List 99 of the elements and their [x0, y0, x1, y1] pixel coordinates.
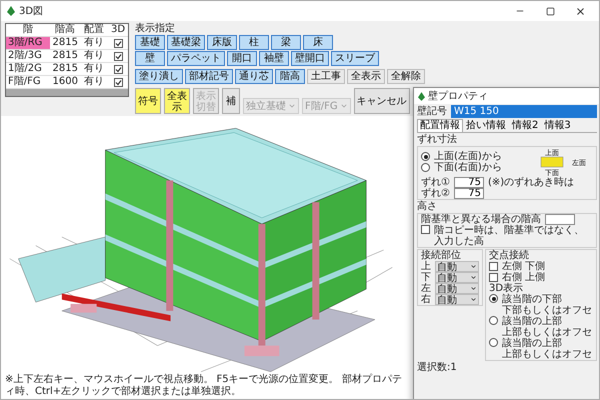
- field-label: 壁記号: [417, 106, 447, 117]
- height-input[interactable]: [545, 214, 575, 225]
- note-text: (※)のずれあき時は: [488, 177, 574, 188]
- toggle-button[interactable]: パラペット: [167, 51, 225, 66]
- action-button[interactable]: キャンセル: [354, 88, 410, 114]
- action-button[interactable]: 補: [222, 88, 240, 114]
- table-cell[interactable]: 1階/2G: [6, 63, 50, 75]
- radio-label: 該当階の上部: [502, 338, 563, 349]
- selection-count: 選択数:1: [417, 362, 458, 373]
- toggle-button[interactable]: 通り芯: [235, 69, 273, 84]
- toggle-button[interactable]: 基礎: [135, 35, 165, 50]
- radio-button[interactable]: [421, 163, 430, 172]
- group-title: 高さ: [417, 201, 438, 212]
- toggle-button[interactable]: 階高: [275, 69, 305, 84]
- status-text: ※上下左右キー、マウスホイールで視点移動。 F5キーで光源の位置変更。 部材プロパティ時、Ctrl+左クリックで部材選択または単独選択。: [5, 374, 403, 398]
- app-icon: [7, 6, 15, 16]
- window-title: 3D図: [19, 5, 44, 18]
- radio-detail: 上部もしくはオフセ: [502, 327, 592, 338]
- toggle-button[interactable]: 全解除: [387, 69, 425, 84]
- tab[interactable]: 情報2: [509, 119, 542, 132]
- field-label: 階基準と異なる場合の階高: [421, 214, 541, 225]
- radio-detail: 下部もしくはオフセ: [502, 305, 592, 316]
- toggle-button[interactable]: 開口: [227, 51, 257, 66]
- checkbox[interactable]: [114, 78, 122, 86]
- checkbox[interactable]: [114, 52, 122, 60]
- column-header: 3D: [110, 24, 126, 36]
- radio-label: 上面(左面)から: [434, 151, 502, 162]
- table-cell-text: 有り: [83, 76, 105, 88]
- checkbox-label: 左側 下側: [502, 261, 546, 272]
- toggle-button[interactable]: 壁開口: [291, 51, 329, 66]
- checkbox-label: 右側 上側: [502, 272, 546, 283]
- table-cell-text: 2815: [52, 50, 79, 62]
- radio-button[interactable]: [489, 338, 498, 347]
- group-title: 接続部位: [421, 250, 462, 261]
- toggle-button[interactable]: 床: [303, 35, 333, 50]
- table-cell-text: 有り: [83, 50, 105, 62]
- column-header: 階: [22, 24, 34, 36]
- toggle-button[interactable]: 壁: [135, 51, 165, 66]
- table-cell-text: 2815: [52, 37, 79, 49]
- dropdown[interactable]: 自動: [435, 272, 479, 283]
- radio-label: 該当階の下部: [502, 294, 563, 305]
- field-label: 左: [421, 283, 431, 294]
- toggle-button[interactable]: 塗り潰し: [135, 69, 183, 84]
- group-title: 表示指定: [135, 23, 176, 34]
- column-header: 階高: [54, 24, 76, 36]
- radio-button[interactable]: [489, 294, 498, 303]
- group-title: 交点接続: [489, 250, 530, 261]
- toggle-button[interactable]: 全表示: [347, 69, 385, 84]
- dropdown[interactable]: 自動: [435, 283, 479, 294]
- field-label: 右: [421, 294, 431, 305]
- symbol-field[interactable]: W15 150: [451, 105, 597, 118]
- radio-button[interactable]: [489, 316, 498, 325]
- field-label: ずれ①: [421, 177, 450, 188]
- group-title: ずれ寸法: [417, 134, 458, 145]
- toggle-button[interactable]: 基礎梁: [167, 35, 205, 50]
- table-cell[interactable]: 3階/RG: [6, 37, 50, 49]
- table-cell[interactable]: 2階/3G: [6, 50, 50, 62]
- field-label: 上: [421, 261, 431, 272]
- chevron-down-icon: [288, 102, 296, 110]
- checkbox-label: 階コピー時は、階基準ではなく、入力した高: [434, 225, 585, 247]
- table-cell-text: 有り: [83, 63, 105, 75]
- offset-input[interactable]: 75: [454, 188, 484, 199]
- toggle-button[interactable]: スリーブ: [331, 51, 379, 66]
- field-label: 下: [421, 272, 431, 283]
- toggle-button[interactable]: 全表示: [164, 88, 190, 114]
- table-cell-text: 2815: [52, 63, 79, 75]
- app-icon: [418, 92, 425, 100]
- checkbox[interactable]: [489, 273, 498, 282]
- dialog-title: 壁プロパティ: [428, 90, 488, 102]
- toggle-button[interactable]: 土工事: [307, 69, 345, 84]
- dropdown[interactable]: 自動: [435, 294, 479, 305]
- toggle-button[interactable]: 部材記号: [185, 69, 233, 84]
- toggle-button[interactable]: 符号: [135, 88, 161, 114]
- table-cell[interactable]: F階/FG: [6, 76, 50, 88]
- close-icon: [574, 6, 586, 16]
- maximize-icon: [546, 6, 554, 16]
- toggle-button[interactable]: 梁: [271, 35, 301, 50]
- radio-label: 該当階の上部: [502, 316, 563, 327]
- offset-input[interactable]: 75: [454, 177, 484, 188]
- checkbox[interactable]: [421, 225, 430, 234]
- group-title: 3D表示: [489, 283, 524, 294]
- chevron-down-icon: [340, 102, 348, 110]
- checkbox[interactable]: [114, 64, 122, 74]
- column-header: 配置: [83, 24, 105, 36]
- table-cell-text: 有り: [83, 37, 105, 49]
- field-label: ずれ②: [421, 188, 450, 199]
- tab[interactable]: 配置情報: [417, 119, 463, 132]
- toggle-button[interactable]: 袖壁: [259, 51, 289, 66]
- radio-button[interactable]: [421, 152, 430, 161]
- radio-detail: 上部もしくはオフセ: [502, 349, 592, 360]
- dropdown[interactable]: 自動: [435, 261, 479, 272]
- checkbox[interactable]: [114, 38, 122, 48]
- radio-label: 下面(右面)から: [434, 162, 502, 173]
- checkbox[interactable]: [489, 262, 498, 271]
- tab[interactable]: 情報3: [541, 119, 574, 132]
- toggle-button[interactable]: 床版: [207, 35, 237, 50]
- table-cell-text: 1600: [52, 76, 79, 88]
- tab[interactable]: 拾い情報: [463, 119, 509, 132]
- toggle-button[interactable]: 柱: [239, 35, 269, 50]
